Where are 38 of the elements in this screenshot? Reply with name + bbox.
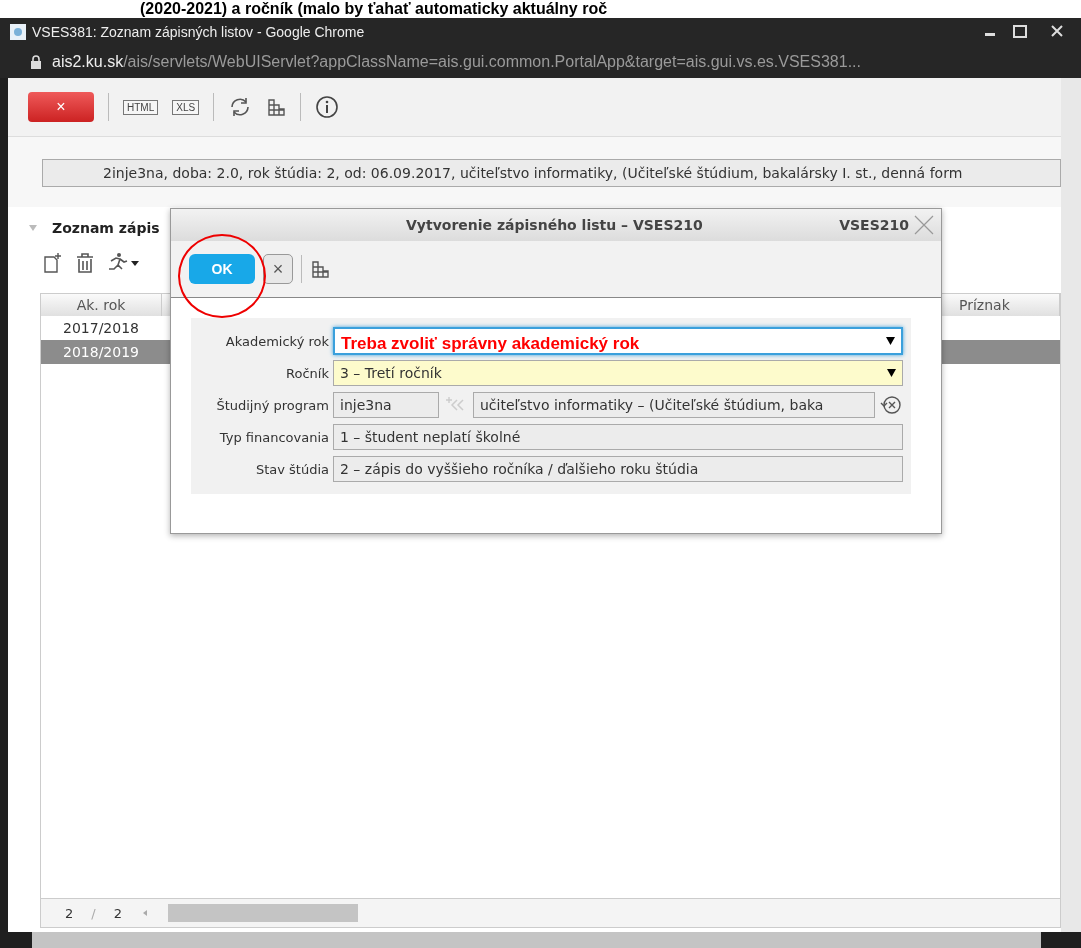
address-bar[interactable]: ais2.ku.sk/ais/servlets/WebUIServlet?appClassName=ais.gui.common.PortalApp&target=ais.gui.vs.es.VSES381... xyxy=(0,46,1081,78)
annotation-text: (2020-2021) a ročník (malo by ťahať automaticky aktuálny roč xyxy=(0,0,1081,18)
app-icon xyxy=(10,24,26,40)
field-label: Typ financovania xyxy=(218,429,329,445)
export-button[interactable]: HTML xyxy=(123,99,159,115)
table-cell-text: 2018/2019 xyxy=(62,344,140,360)
info-icon[interactable] xyxy=(315,95,340,119)
program-code-field: inje3na xyxy=(333,392,439,418)
dialog-code: VSES210 xyxy=(839,217,909,233)
export-button[interactable]: XLS xyxy=(172,99,200,115)
window-title: VSES381: Zoznam zápisných listov - Google Chrome xyxy=(32,24,365,40)
grid-icon[interactable] xyxy=(266,97,287,117)
readonly-field: 2 – zápis do vyššieho ročníka / ďalšieho roku štúdia xyxy=(333,456,903,482)
field-label: Študijný program xyxy=(215,397,329,413)
panel-title: Zoznam zápis xyxy=(52,220,160,236)
study-info-field: 2inje3na, doba: 2.0, rok štúdia: 2, od: 06.09.2017, učiteľstvo informatiky, (Učiteľské štúdium, bakalársky I. st., denná form xyxy=(42,159,1061,187)
close-button[interactable]: × xyxy=(28,92,94,122)
dropdown-field[interactable]: 3 – Tretí ročník xyxy=(333,360,903,386)
cancel-button[interactable]: × xyxy=(263,254,293,284)
field-label: Akademický rok xyxy=(224,333,329,349)
table-cell-text: 2017/2018 xyxy=(62,320,140,336)
readonly-field: 1 – študent neplatí školné xyxy=(333,424,903,450)
field-label: Stav štúdia xyxy=(254,461,329,477)
page-separator: / xyxy=(91,905,96,921)
dropdown-caret-icon[interactable] xyxy=(887,369,896,377)
clear-icon[interactable] xyxy=(879,394,903,416)
trash-icon[interactable] xyxy=(74,252,96,274)
lock-icon xyxy=(30,55,42,69)
new-document-icon[interactable] xyxy=(42,252,64,274)
grid-icon[interactable] xyxy=(310,259,330,279)
dropdown-caret-icon[interactable] xyxy=(886,337,895,345)
program-name-field: učiteľstvo informatiky – (Učiteľské štúdium, baka xyxy=(473,392,875,418)
page-number: 2 xyxy=(65,905,74,921)
field-label: Ročník xyxy=(285,365,329,381)
page-total: 2 xyxy=(113,905,122,921)
dropdown-field[interactable]: Treba zvoliť správny akademický rok xyxy=(333,327,903,355)
dialog-title: Vytvorenie zápisného listu – VSES210 xyxy=(406,217,703,233)
scrollbar-thumb[interactable] xyxy=(167,904,358,922)
